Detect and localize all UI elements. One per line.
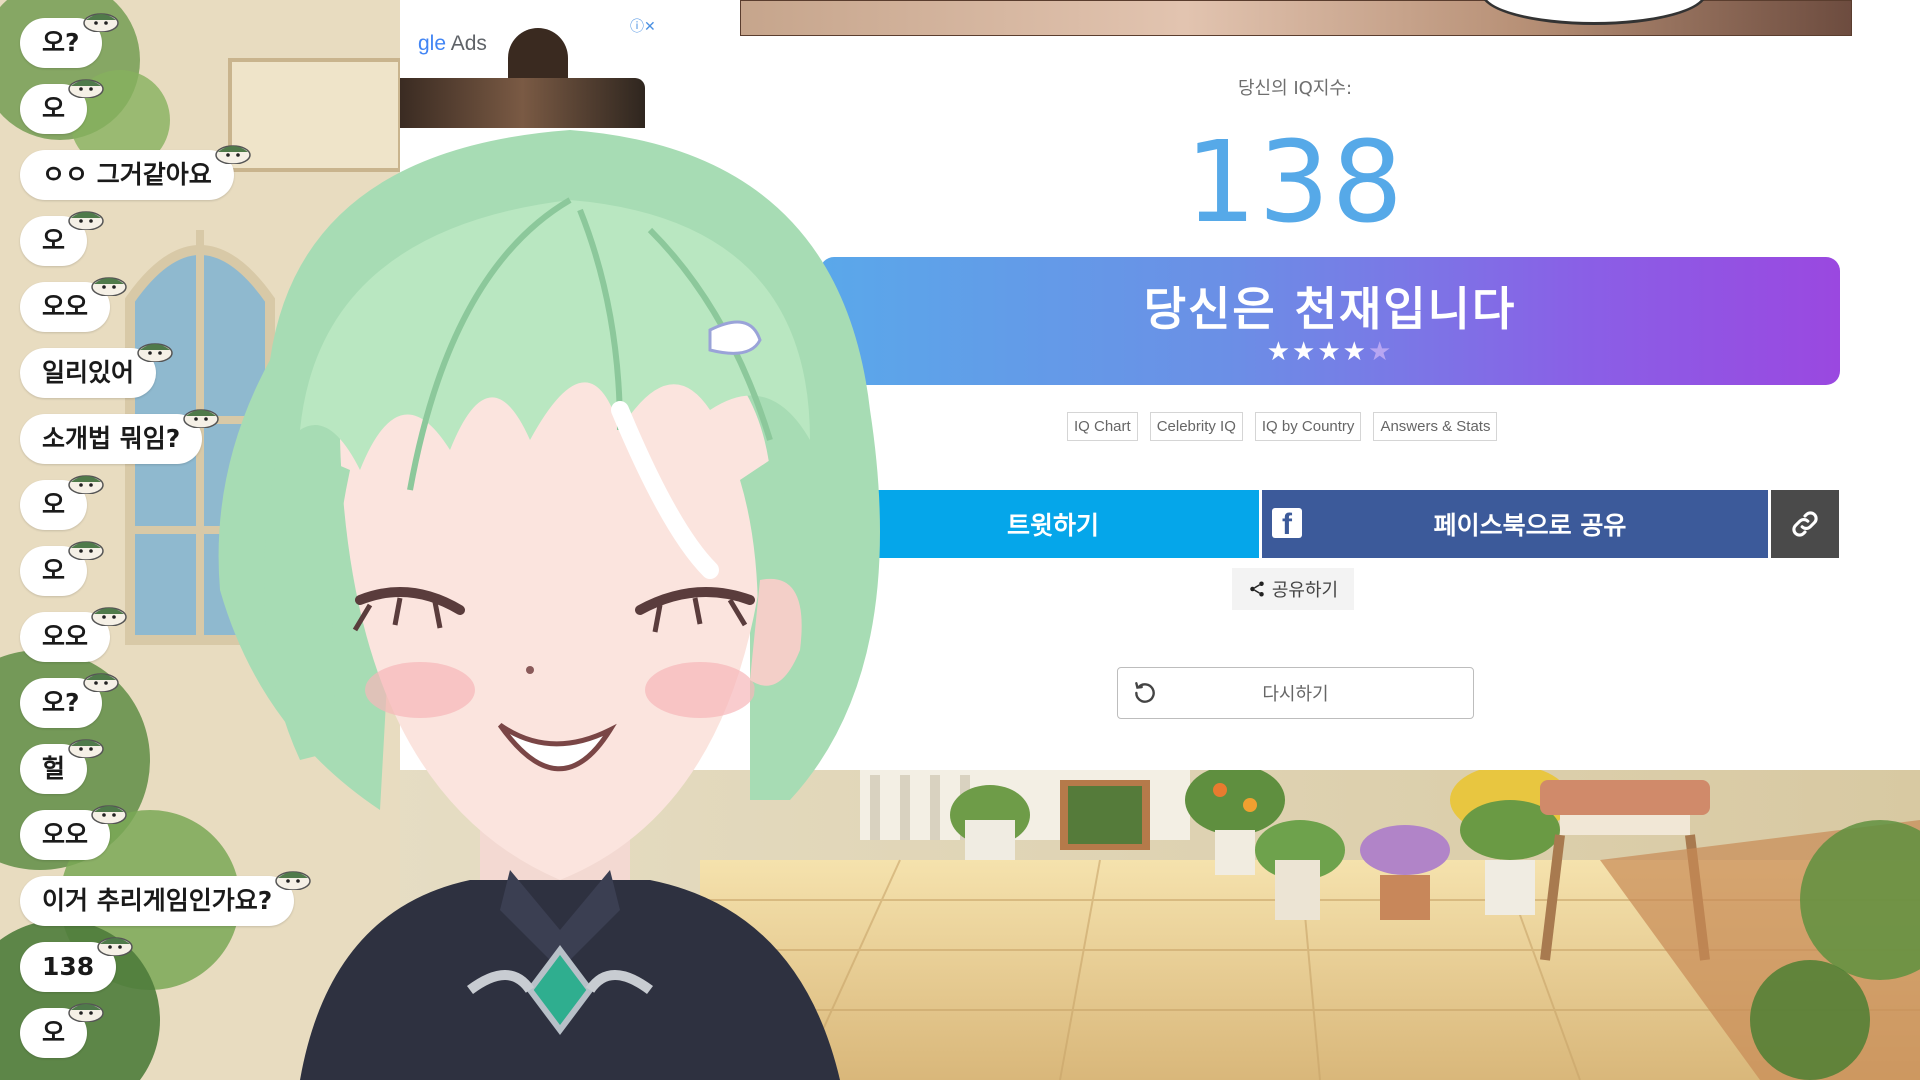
share-icon (1250, 581, 1264, 597)
star-empty-icon: ★ (1367, 337, 1394, 367)
share-buttons: 트윗하기 f 페이스북으로 공유 (820, 490, 1839, 558)
chat-pet-icon (83, 13, 119, 32)
chat-pet-icon (97, 937, 133, 956)
result-links: IQ Chart Celebrity IQ IQ by Country Answ… (1067, 412, 1498, 441)
iq-label: 당신의 IQ지수: (1237, 78, 1353, 99)
result-title: 당신은 천재입니다 (1143, 282, 1517, 336)
chat-pet-icon (68, 211, 104, 230)
copy-link-button[interactable] (1771, 490, 1839, 558)
chat-pet-icon (83, 673, 119, 692)
chat-message: 헐 (20, 739, 320, 794)
stream-chat: 오? 오 ㅇㅇ 그거같아요 오 오오 일리있어 소개법 뭐임? 오 오 오오 오? 헐 오오 이거 추리게… (20, 13, 320, 1074)
share-label: 공유하기 (1271, 580, 1339, 601)
chat-message: 138 (20, 937, 320, 992)
chat-message: 일리있어 (20, 343, 320, 398)
ad-info-close-icon[interactable]: ⓘ✕ (630, 16, 656, 36)
chat-pet-icon (183, 409, 219, 428)
chat-pet-icon (68, 79, 104, 98)
chat-message: 오오 (20, 277, 320, 332)
chat-message: 오 (20, 1003, 320, 1058)
chat-message: 오 (20, 541, 320, 596)
link-icon (1792, 511, 1818, 537)
rating-stars: ★★★★★ (820, 337, 1840, 367)
chat-pet-icon (91, 805, 127, 824)
chat-pet-icon (68, 739, 104, 758)
chat-pet-icon (68, 541, 104, 560)
star-filled-icon: ★★★★ (1266, 337, 1368, 367)
ad-label: gle Ads (418, 32, 487, 55)
chat-pet-icon (215, 145, 251, 164)
chat-message-text: 이거 추리게임인가요? (20, 876, 295, 926)
chat-message: 오오 (20, 607, 320, 662)
chat-pet-icon (91, 277, 127, 296)
google-ad-box[interactable]: gle Ads ⓘ✕ (400, 0, 700, 128)
facebook-label: 페이스북으로 공유 (1433, 511, 1627, 540)
chat-message: 오? (20, 673, 320, 728)
chat-message: 오 (20, 475, 320, 530)
chat-pet-icon (68, 1003, 104, 1022)
chat-pet-icon (275, 871, 311, 890)
link-iq-by-country[interactable]: IQ by Country (1254, 412, 1362, 441)
chat-message: 오? (20, 13, 320, 68)
chat-message: 오오 (20, 805, 320, 860)
chat-message: ㅇㅇ 그거같아요 (20, 145, 320, 200)
result-banner: 당신은 천재입니다 ★★★★★ (820, 257, 1840, 385)
chat-pet-icon (137, 343, 173, 362)
chat-message-text: ㅇㅇ 그거같아요 (20, 150, 234, 200)
iq-value: 138 (1185, 118, 1405, 248)
chat-message: 소개법 뭐임? (20, 409, 320, 464)
top-comic-banner (740, 0, 1852, 36)
share-button[interactable]: 공유하기 (1232, 568, 1354, 610)
chat-message: 오 (20, 79, 320, 134)
tweet-label: 트윗하기 (1006, 511, 1099, 540)
comic-speech-bubble (1481, 0, 1707, 25)
link-celebrity-iq[interactable]: Celebrity IQ (1149, 412, 1243, 441)
retry-button[interactable]: 다시하기 (1117, 667, 1474, 719)
chat-message-text: 소개법 뭐임? (20, 414, 203, 464)
chat-pet-icon (91, 607, 127, 626)
facebook-share-button[interactable]: f 페이스북으로 공유 (1262, 490, 1768, 558)
link-answers-stats[interactable]: Answers & Stats (1373, 412, 1498, 441)
chat-pet-icon (68, 475, 104, 494)
retry-label: 다시하기 (1262, 684, 1329, 705)
chat-message: 오 (20, 211, 320, 266)
link-iq-chart[interactable]: IQ Chart (1067, 412, 1138, 441)
chat-message: 이거 추리게임인가요? (20, 871, 320, 926)
